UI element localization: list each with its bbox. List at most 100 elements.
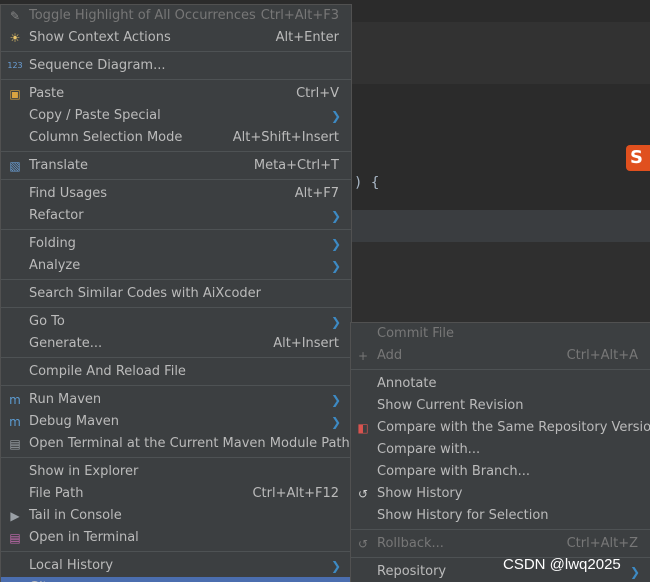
menu-item-label: Copy / Paste Special bbox=[29, 108, 161, 123]
menu-item-compare-with[interactable]: Compare with... bbox=[351, 439, 650, 461]
menu-item-shortcut: Alt+F7 bbox=[294, 186, 339, 201]
menu-item-annotate[interactable]: Annotate bbox=[351, 373, 650, 395]
menu-item-shortcut: Ctrl+Alt+A bbox=[566, 348, 638, 363]
plus-icon: + bbox=[357, 349, 369, 363]
chevron-right-icon: ❯ bbox=[629, 565, 640, 579]
editor-line-band bbox=[352, 242, 650, 324]
menu-item-label: Show in Explorer bbox=[29, 464, 139, 479]
menu-item-label: Open in Terminal bbox=[29, 530, 139, 545]
menu-item-label: Compile And Reload File bbox=[29, 364, 186, 379]
git-submenu: Commit File + Add Ctrl+Alt+A Annotate Show Cu… bbox=[350, 322, 650, 582]
menu-item-shortcut: Meta+Ctrl+T bbox=[253, 158, 339, 173]
menu-item-label: Column Selection Mode bbox=[29, 130, 183, 145]
menu-item-commit-file[interactable]: Commit File bbox=[351, 323, 650, 345]
menu-item-shortcut: Ctrl+Alt+F3 bbox=[260, 8, 339, 23]
play-icon: ▶ bbox=[10, 509, 20, 523]
menu-item-paste[interactable]: ▣ Paste Ctrl+V bbox=[1, 83, 351, 105]
menu-item-show-history[interactable]: ↺ Show History bbox=[351, 483, 650, 505]
menu-item-label: Debug Maven bbox=[29, 414, 119, 429]
menu-item-shortcut: Alt+Shift+Insert bbox=[232, 130, 339, 145]
menu-item-label: Analyze bbox=[29, 258, 81, 273]
menu-item-label: Translate bbox=[29, 158, 89, 173]
menu-item-column-selection-mode[interactable]: Column Selection Mode Alt+Shift+Insert bbox=[1, 127, 351, 149]
chevron-right-icon: ❯ bbox=[330, 415, 341, 429]
menu-item-label: Repository bbox=[377, 564, 447, 579]
menu-item-shortcut: Alt+Enter bbox=[275, 30, 339, 45]
menu-item-label: Sequence Diagram... bbox=[29, 58, 166, 73]
menu-item-shortcut: Ctrl+Alt+F12 bbox=[252, 486, 339, 501]
chevron-right-icon: ❯ bbox=[330, 559, 341, 573]
menu-item-run-maven[interactable]: m Run Maven ❯ bbox=[1, 389, 351, 411]
menu-item-refactor[interactable]: Refactor ❯ bbox=[1, 205, 351, 227]
menu-item-label: Compare with the Same Repository Version bbox=[377, 420, 650, 435]
editor-context-menu: ✎ Toggle Highlight of All Occurrences Ctrl… bbox=[0, 4, 352, 582]
translate-icon: ▧ bbox=[9, 159, 21, 173]
menu-item-open-in-terminal[interactable]: ▤ Open in Terminal bbox=[1, 527, 351, 549]
menu-item-folding[interactable]: Folding ❯ bbox=[1, 233, 351, 255]
maven-terminal-icon: ▤ bbox=[9, 437, 21, 451]
menu-item-label: File Path bbox=[29, 486, 84, 501]
menu-item-show-in-explorer[interactable]: Show in Explorer bbox=[1, 461, 351, 483]
menu-item-label: Generate... bbox=[29, 336, 103, 351]
menu-item-compile-and-reload-file[interactable]: Compile And Reload File bbox=[1, 361, 351, 383]
menu-item-tail-in-console[interactable]: ▶ Tail in Console bbox=[1, 505, 351, 527]
terminal-icon: ▤ bbox=[9, 531, 21, 545]
chevron-right-icon: ❯ bbox=[330, 259, 341, 273]
menu-item-open-terminal-at-the-current-maven-module-path[interactable]: ▤ Open Terminal at the Current Maven Modu… bbox=[1, 433, 351, 455]
menu-item-show-history-for-selection[interactable]: Show History for Selection bbox=[351, 505, 650, 527]
menu-item-add[interactable]: + Add Ctrl+Alt+A bbox=[351, 345, 650, 367]
menu-item-label: Git bbox=[29, 577, 48, 582]
menu-item-label: Folding bbox=[29, 236, 76, 251]
menu-item-copy-paste-special[interactable]: Copy / Paste Special ❯ bbox=[1, 105, 351, 127]
chevron-right-icon: ❯ bbox=[330, 237, 341, 251]
menu-item-label: Annotate bbox=[377, 376, 437, 391]
menu-item-translate[interactable]: ▧ Translate Meta+Ctrl+T bbox=[1, 155, 351, 177]
menu-item-search-similar-codes-with-aixcoder[interactable]: Search Similar Codes with AiXcoder bbox=[1, 283, 351, 305]
chevron-right-icon: ❯ bbox=[330, 393, 341, 407]
menu-item-sequence-diagram[interactable]: 123 Sequence Diagram... bbox=[1, 55, 351, 77]
menu-item-generate[interactable]: Generate... Alt+Insert bbox=[1, 333, 351, 355]
menu-item-go-to[interactable]: Go To ❯ bbox=[1, 311, 351, 333]
watermark: CSDN @lwq2025 bbox=[503, 556, 621, 573]
maven-run-icon: m bbox=[9, 393, 21, 407]
menu-item-show-context-actions[interactable]: ☀ Show Context Actions Alt+Enter bbox=[1, 27, 351, 49]
menu-item-git[interactable]: Git ❯ bbox=[1, 577, 351, 582]
menu-item-toggle-highlight-of-all-occurrences[interactable]: ✎ Toggle Highlight of All Occurrences Ctrl… bbox=[1, 5, 351, 27]
chevron-right-icon: ❯ bbox=[330, 315, 341, 329]
menu-item-shortcut: Ctrl+V bbox=[296, 86, 339, 101]
menu-item-label: Compare with Branch... bbox=[377, 464, 531, 479]
menu-item-label: Find Usages bbox=[29, 186, 108, 201]
menu-item-label: Toggle Highlight of All Occurrences bbox=[29, 8, 256, 23]
menu-item-compare-with-the-same-repository-version[interactable]: ◧ Compare with the Same Repository Versio… bbox=[351, 417, 650, 439]
menu-item-label: Show Current Revision bbox=[377, 398, 524, 413]
menu-item-rollback[interactable]: ↺ Rollback... Ctrl+Alt+Z bbox=[351, 533, 650, 555]
menu-item-label: Compare with... bbox=[377, 442, 481, 457]
maven-debug-icon: m bbox=[9, 415, 21, 429]
lightbulb-icon: ☀ bbox=[9, 31, 21, 45]
chevron-right-icon: ❯ bbox=[330, 109, 341, 123]
chevron-right-icon: ❯ bbox=[330, 209, 341, 223]
clipboard-icon: ▣ bbox=[9, 87, 21, 101]
menu-item-label: Paste bbox=[29, 86, 65, 101]
code-fragment: ) { bbox=[354, 175, 380, 191]
menu-item-label: Open Terminal at the Current Maven Modul… bbox=[29, 436, 350, 451]
menu-item-debug-maven[interactable]: m Debug Maven ❯ bbox=[1, 411, 351, 433]
menu-item-compare-with-branch[interactable]: Compare with Branch... bbox=[351, 461, 650, 483]
menu-item-show-current-revision[interactable]: Show Current Revision bbox=[351, 395, 650, 417]
menu-item-analyze[interactable]: Analyze ❯ bbox=[1, 255, 351, 277]
chevron-right-icon: ❯ bbox=[331, 577, 341, 582]
menu-item-find-usages[interactable]: Find Usages Alt+F7 bbox=[1, 183, 351, 205]
menu-item-local-history[interactable]: Local History ❯ bbox=[1, 555, 351, 577]
menu-item-label: Tail in Console bbox=[29, 508, 122, 523]
menu-item-file-path[interactable]: File Path Ctrl+Alt+F12 bbox=[1, 483, 351, 505]
menu-item-label: Commit File bbox=[377, 326, 454, 341]
diff-icon: ◧ bbox=[357, 421, 369, 435]
menu-item-label: Local History bbox=[29, 558, 114, 573]
menu-item-label: Show Context Actions bbox=[29, 30, 171, 45]
menu-item-label: Show History bbox=[377, 486, 463, 501]
menu-item-label: Go To bbox=[29, 314, 65, 329]
rollback-icon: ↺ bbox=[357, 537, 369, 551]
ime-logo-icon[interactable]: S bbox=[626, 145, 650, 171]
menu-item-label: Refactor bbox=[29, 208, 84, 223]
menu-item-label: Rollback... bbox=[377, 536, 444, 551]
